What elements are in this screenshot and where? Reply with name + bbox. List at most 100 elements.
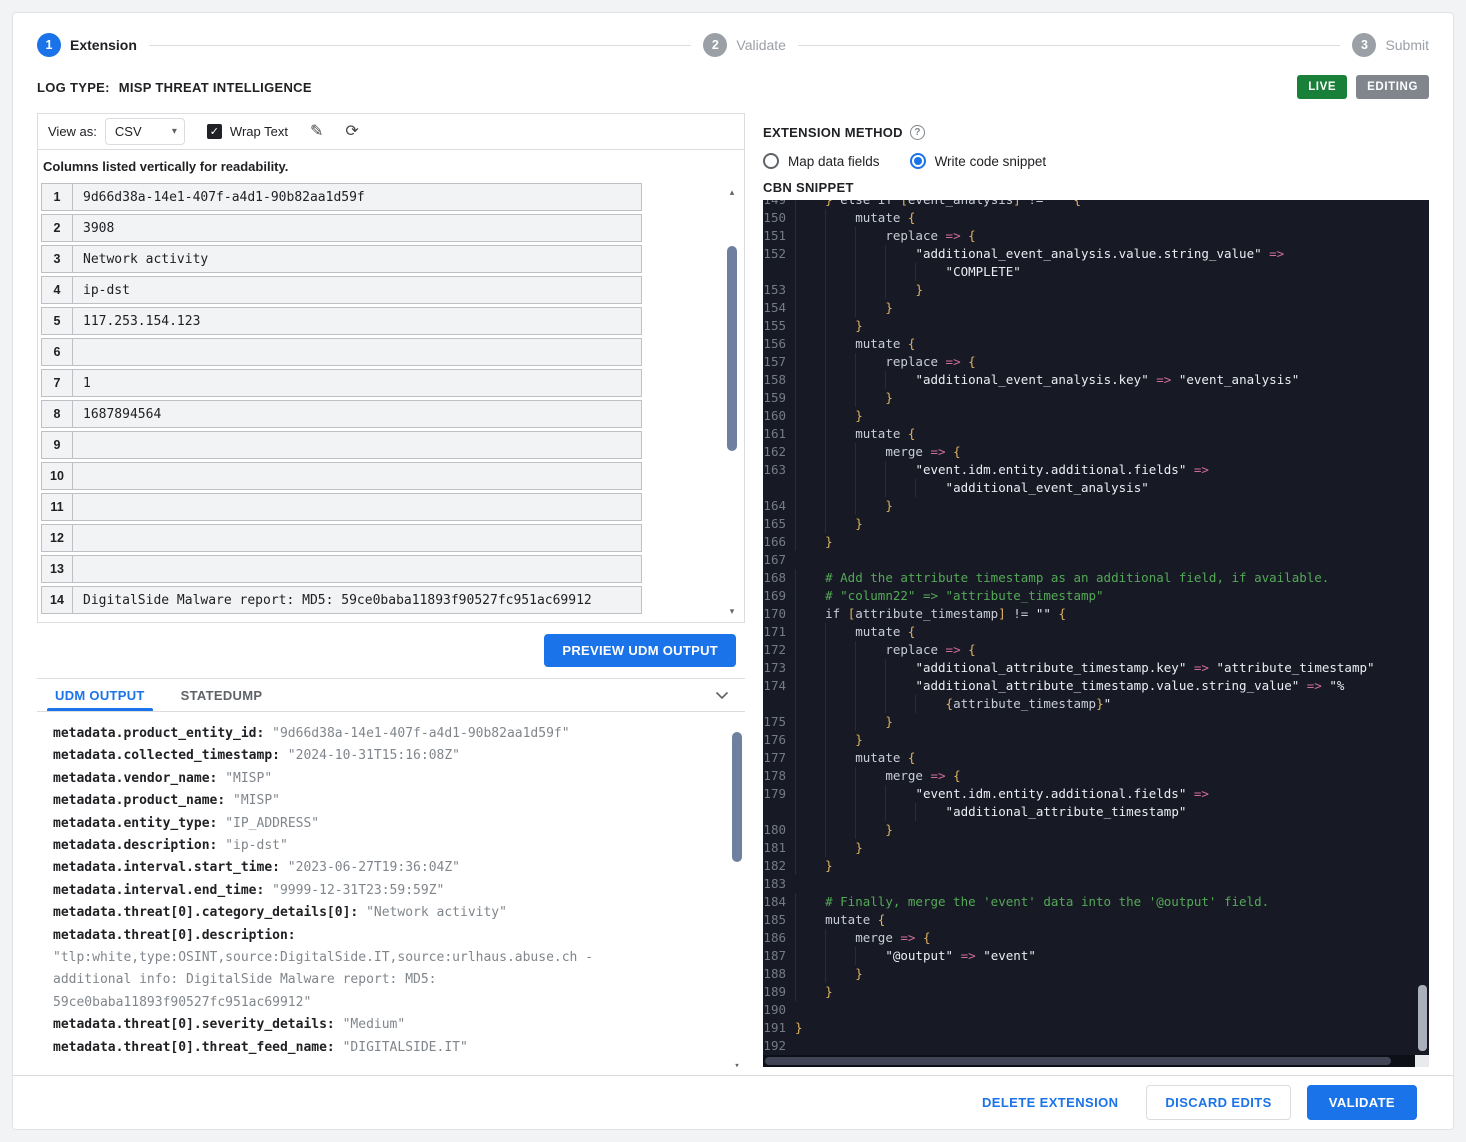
table-row: 8 1687894564 xyxy=(41,400,642,428)
checkbox-checked-icon: ✓ xyxy=(206,124,222,139)
tab-udm-output[interactable]: UDM OUTPUT xyxy=(37,679,163,711)
code-line: 173 "additional_attribute_timestamp.key"… xyxy=(763,659,1415,677)
row-value[interactable] xyxy=(73,493,642,521)
table-row: 14 DigitalSide Malware report: MD5: 59ce0… xyxy=(41,586,642,614)
row-value[interactable]: Network activity xyxy=(73,245,642,273)
table-row: 1 9d66d38a-14e1-407f-a4d1-90b82aa1d59f xyxy=(41,183,642,211)
udm-scrollbar[interactable]: ▾ xyxy=(731,720,743,1071)
code-text: mutate { xyxy=(795,911,1415,929)
step-label: Extension xyxy=(70,37,137,53)
step-submit[interactable]: 3 Submit xyxy=(1352,33,1429,57)
help-icon[interactable]: ? xyxy=(909,125,925,140)
row-number: 2 xyxy=(41,214,73,242)
row-value[interactable]: DigitalSide Malware report: MD5: 59ce0ba… xyxy=(73,586,642,614)
line-number: 149 xyxy=(763,200,795,209)
code-line: 177 mutate { xyxy=(763,749,1415,767)
csv-table: 1 9d66d38a-14e1-407f-a4d1-90b82aa1d59f 2 39… xyxy=(41,183,642,614)
line-number: 163 xyxy=(763,462,786,477)
radio-write-code-snippet[interactable]: Write code snippet xyxy=(909,153,1047,169)
code-text: } xyxy=(795,299,1415,317)
scroll-up-icon[interactable]: ▴ xyxy=(726,188,738,197)
row-value[interactable]: 117.253.154.123 xyxy=(73,307,642,335)
code-line: 172 replace => { xyxy=(763,641,1415,659)
wrap-text-toggle[interactable]: ✓ Wrap Text xyxy=(206,124,288,139)
udm-line: metadata.threat[0].severity_details: "Me… xyxy=(53,1017,406,1033)
scrollbar-thumb[interactable] xyxy=(727,246,737,451)
code-line: 183 xyxy=(763,875,1415,893)
line-number xyxy=(763,479,795,497)
code-line: 191} xyxy=(763,1019,1415,1037)
row-value[interactable] xyxy=(73,524,642,552)
row-value[interactable]: 9d66d38a-14e1-407f-a4d1-90b82aa1d59f xyxy=(73,183,642,211)
editor-vertical-scrollbar[interactable] xyxy=(1418,985,1427,1051)
row-value[interactable]: ip-dst xyxy=(73,276,642,304)
scrollbar-thumb[interactable] xyxy=(732,732,742,862)
code-line: 186 merge => { xyxy=(763,929,1415,947)
line-number xyxy=(763,263,795,281)
row-value[interactable] xyxy=(73,555,642,583)
code-text: {attribute_timestamp}" xyxy=(795,695,1415,713)
radio-label: Write code snippet xyxy=(934,153,1047,169)
scrollbar-thumb[interactable] xyxy=(765,1057,1391,1065)
code-line: 192 xyxy=(763,1037,1415,1055)
row-value[interactable] xyxy=(73,462,642,490)
line-number xyxy=(763,695,795,713)
udm-line: metadata.entity_type: "IP_ADDRESS" xyxy=(53,815,320,831)
columns-note: Columns listed vertically for readabilit… xyxy=(43,159,289,174)
view-as-select[interactable]: CSV ▾ xyxy=(104,118,185,145)
validate-button[interactable]: VALIDATE xyxy=(1306,1085,1417,1120)
table-row: 10 xyxy=(41,462,642,490)
line-number: 174 xyxy=(763,678,786,693)
udm-line: metadata.interval.end_time: "9999-12-31T… xyxy=(53,882,445,898)
edit-icon[interactable]: ✎ xyxy=(310,123,323,140)
table-row: 12 xyxy=(41,524,642,552)
row-value[interactable]: 1687894564 xyxy=(73,400,642,428)
code-text: } xyxy=(795,389,1415,407)
row-number: 10 xyxy=(41,462,73,490)
code-line: 187 "@output" => "event" xyxy=(763,947,1415,965)
scrollbar-corner xyxy=(1415,1055,1429,1067)
code-text: mutate { xyxy=(795,623,1415,641)
refresh-icon[interactable]: ⟳ xyxy=(345,123,358,140)
step-validate[interactable]: 2 Validate xyxy=(703,33,786,57)
code-text: } xyxy=(795,857,1415,875)
viewer-toolbar: View as: CSV ▾ ✓ Wrap Text ✎ ⟳ xyxy=(38,114,744,150)
code-line: "COMPLETE" xyxy=(763,263,1415,281)
row-value[interactable]: 1 xyxy=(73,369,642,397)
code-line: 164 } xyxy=(763,497,1415,515)
cbn-code-editor[interactable]: 149 } else if [event_analysis] != "" {15… xyxy=(763,200,1429,1067)
line-number: 160 xyxy=(763,408,786,423)
table-scrollbar[interactable]: ▴ ▾ xyxy=(726,188,738,616)
editor-horizontal-scrollbar[interactable] xyxy=(763,1055,1415,1067)
delete-extension-button[interactable]: DELETE EXTENSION xyxy=(982,1095,1118,1110)
line-number: 166 xyxy=(763,534,786,549)
tab-statedump[interactable]: STATEDUMP xyxy=(163,679,281,711)
line-number: 173 xyxy=(763,660,786,675)
line-number: 167 xyxy=(763,552,786,567)
radio-map-data-fields[interactable]: Map data fields xyxy=(763,153,880,169)
line-number: 176 xyxy=(763,732,786,747)
row-value[interactable]: 3908 xyxy=(73,214,642,242)
raw-log-panel: View as: CSV ▾ ✓ Wrap Text ✎ ⟳ Columns l… xyxy=(37,113,745,623)
row-number: 4 xyxy=(41,276,73,304)
table-row: 9 xyxy=(41,431,642,459)
scroll-down-icon[interactable]: ▾ xyxy=(726,607,738,616)
code-text: merge => { xyxy=(795,767,1415,785)
code-text: replace => { xyxy=(795,353,1415,371)
row-number: 1 xyxy=(41,183,73,211)
row-value[interactable] xyxy=(73,431,642,459)
code-line: 150 mutate { xyxy=(763,209,1415,227)
footer-actions: DELETE EXTENSION DISCARD EDITS VALIDATE xyxy=(13,1075,1453,1129)
step-extension[interactable]: 1 Extension xyxy=(37,33,137,57)
row-value[interactable] xyxy=(73,338,642,366)
code-text: "event.idm.entity.additional.fields" => xyxy=(795,461,1415,479)
discard-edits-button[interactable]: DISCARD EDITS xyxy=(1146,1085,1291,1120)
code-text: replace => { xyxy=(795,227,1415,245)
view-as-label: View as: xyxy=(48,124,97,139)
scroll-down-icon[interactable]: ▾ xyxy=(731,1062,743,1071)
code-text: merge => { xyxy=(795,443,1415,461)
code-text: } xyxy=(795,713,1415,731)
chevron-down-icon[interactable] xyxy=(715,691,729,700)
preview-udm-output-button[interactable]: PREVIEW UDM OUTPUT xyxy=(544,634,736,667)
